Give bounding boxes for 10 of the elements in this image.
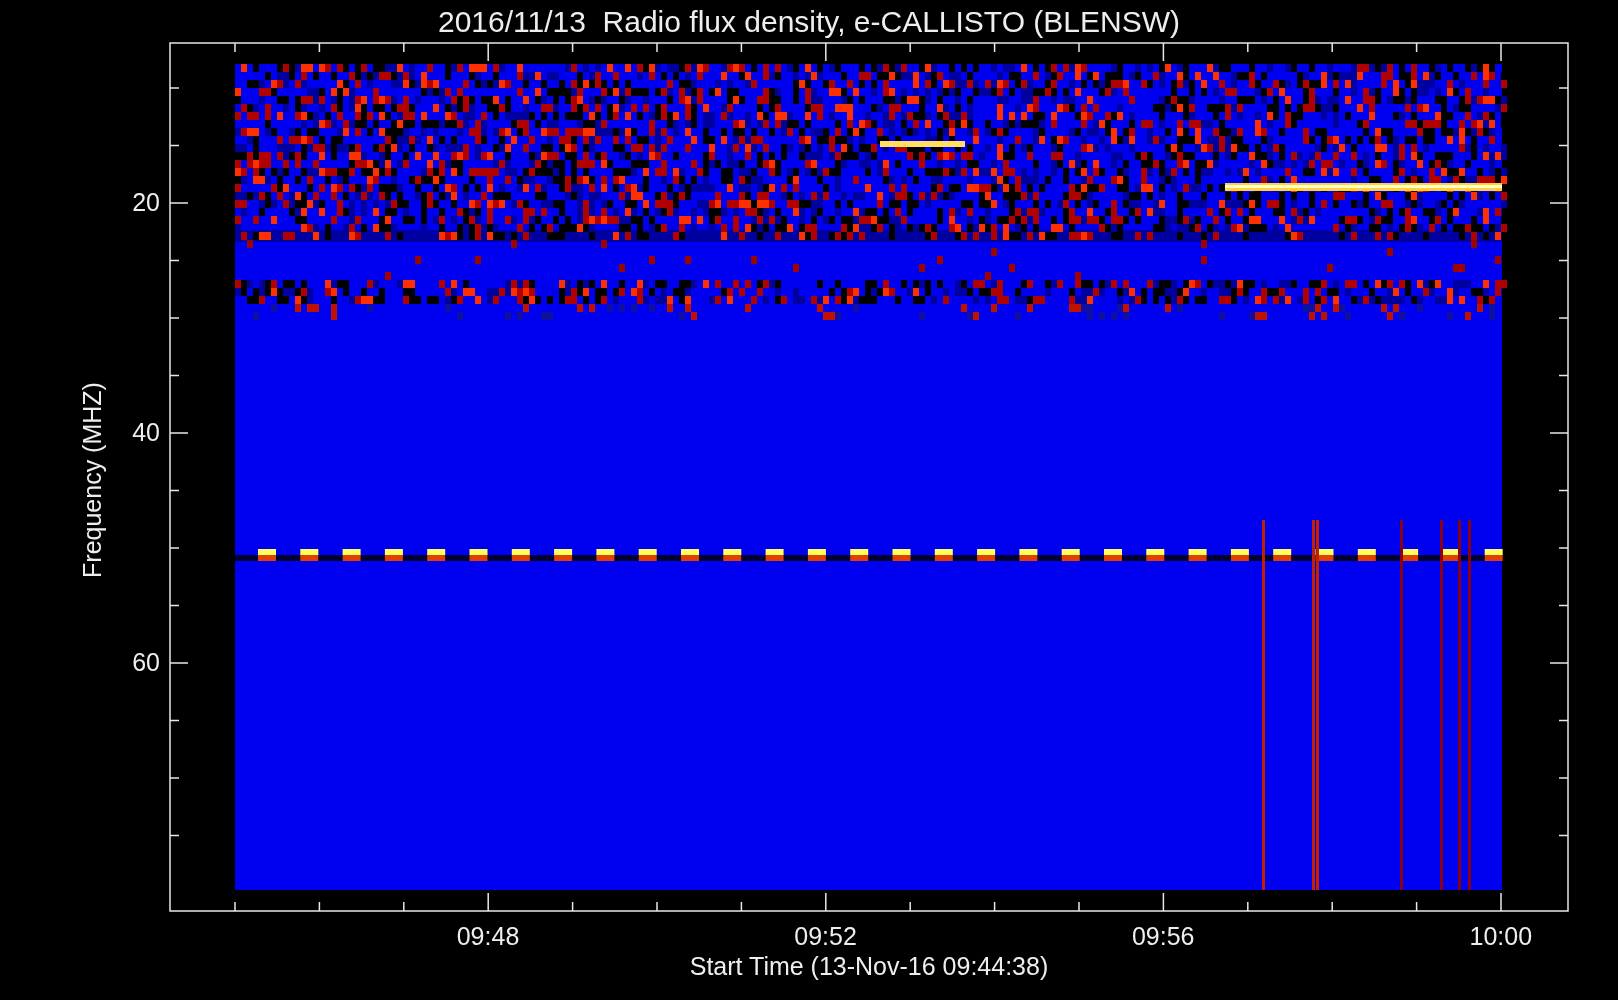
x-tick-label: 09:48: [456, 922, 520, 950]
x-tick-label: 10:00: [1469, 922, 1533, 950]
y-axis-label: Frequency (MHZ): [78, 382, 106, 578]
y-tick-label: 20: [132, 188, 160, 216]
x-tick-label: 09:52: [794, 922, 857, 950]
x-tick-label: 09:56: [1131, 922, 1195, 950]
x-axis-label: Start Time (13-Nov-16 09:44:38): [689, 952, 1049, 980]
y-tick-label: 40: [132, 418, 160, 446]
y-tick-label: 60: [132, 648, 160, 676]
chart-title: 2016/11/13 Radio flux density, e-CALLISTO (BLENSW): [438, 5, 1180, 38]
